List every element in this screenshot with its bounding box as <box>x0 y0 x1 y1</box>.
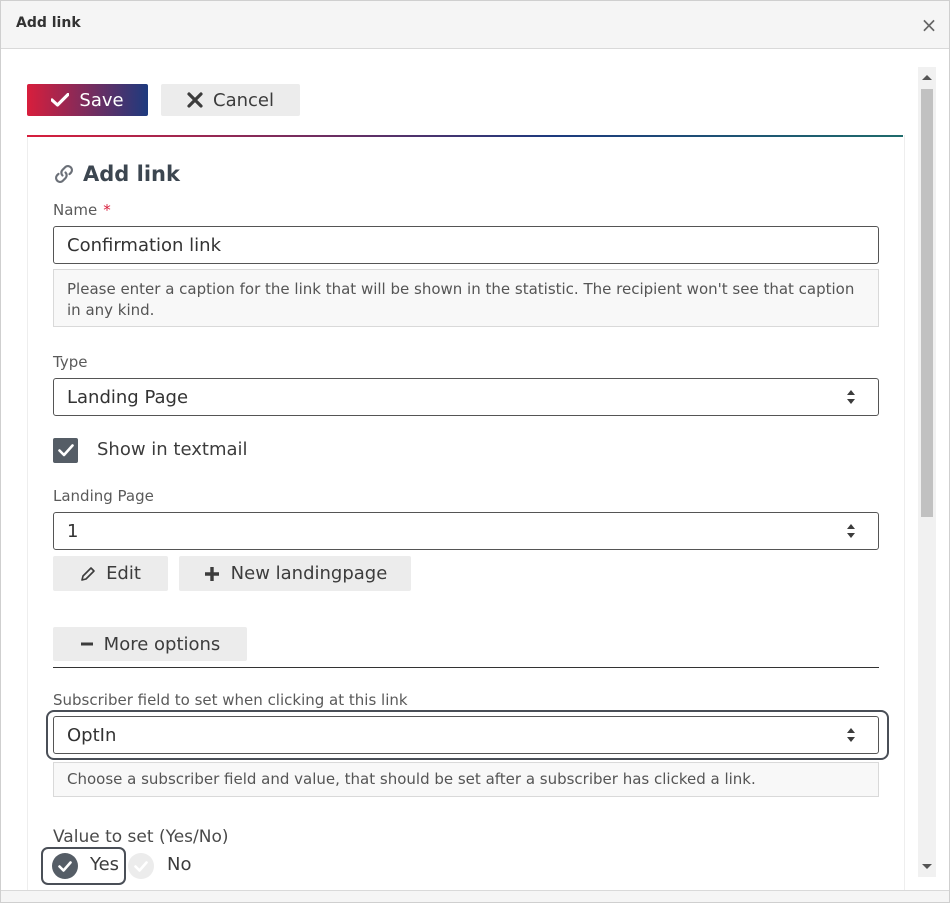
landing-page-select-value: 1 <box>67 520 79 542</box>
cancel-button[interactable]: Cancel <box>161 84 300 116</box>
name-input-value: Confirmation link <box>67 234 222 256</box>
cancel-label: Cancel <box>213 89 274 111</box>
scrollbar-thumb[interactable] <box>921 89 933 517</box>
checkmark-icon <box>134 860 148 872</box>
new-landingpage-label: New landingpage <box>230 563 388 584</box>
edit-label: Edit <box>106 563 141 584</box>
name-label: Name * <box>53 201 111 219</box>
edit-button[interactable]: Edit <box>53 556 168 591</box>
heading-text: Add link <box>83 162 180 186</box>
show-in-textmail-checkbox[interactable] <box>53 438 78 463</box>
scroll-up-arrow-icon[interactable] <box>922 75 932 80</box>
dialog-title: Add link <box>16 15 81 31</box>
subscriber-field-label: Subscriber field to set when clicking at… <box>53 691 408 709</box>
radio-yes[interactable] <box>52 853 78 879</box>
link-icon <box>55 165 73 183</box>
type-select-value: Landing Page <box>67 386 189 408</box>
vertical-scrollbar[interactable] <box>918 67 936 877</box>
sort-caret-icon <box>847 728 855 742</box>
minus-icon <box>80 642 93 646</box>
close-icon[interactable]: × <box>917 13 941 37</box>
dialog-titlebar: Add link × <box>1 1 949 49</box>
subscriber-field-value: OptIn <box>67 724 117 746</box>
dialog-footer <box>1 890 949 902</box>
panel-accent-line <box>27 135 903 137</box>
checkmark-icon <box>57 444 74 457</box>
checkmark-icon <box>58 860 72 872</box>
sort-caret-icon <box>847 524 855 538</box>
show-in-textmail-label[interactable]: Show in textmail <box>97 439 248 460</box>
radio-yes-label[interactable]: Yes <box>90 854 119 875</box>
save-label: Save <box>79 89 124 111</box>
save-button[interactable]: Save <box>27 84 148 116</box>
new-landingpage-button[interactable]: New landingpage <box>179 556 411 591</box>
radio-no-label[interactable]: No <box>167 854 191 875</box>
more-options-button[interactable]: More options <box>53 627 247 661</box>
add-link-dialog: Add link × Save Cancel Add link Name * Co… <box>0 0 950 903</box>
sort-caret-icon <box>847 390 855 404</box>
check-icon <box>51 93 70 107</box>
section-divider <box>53 667 879 668</box>
type-label: Type <box>53 353 88 371</box>
name-input[interactable]: Confirmation link <box>53 226 879 264</box>
landing-page-select[interactable]: 1 <box>53 512 879 550</box>
radio-no[interactable] <box>128 853 154 879</box>
plus-icon <box>204 566 219 581</box>
scroll-down-arrow-icon[interactable] <box>922 864 932 869</box>
name-label-text: Name <box>53 201 98 219</box>
close-x-icon <box>187 92 203 108</box>
more-options-label: More options <box>103 633 221 655</box>
name-help-text: Please enter a caption for the link that… <box>53 269 879 327</box>
type-select[interactable]: Landing Page <box>53 378 879 416</box>
form-heading: Add link <box>53 162 180 186</box>
subscriber-field-help-text: Choose a subscriber field and value, tha… <box>53 762 879 797</box>
pencil-icon <box>81 566 95 581</box>
value-to-set-label: Value to set (Yes/No) <box>53 827 229 847</box>
landing-page-label: Landing Page <box>53 487 154 505</box>
subscriber-field-select[interactable]: OptIn <box>53 716 879 754</box>
required-mark: * <box>103 201 111 219</box>
